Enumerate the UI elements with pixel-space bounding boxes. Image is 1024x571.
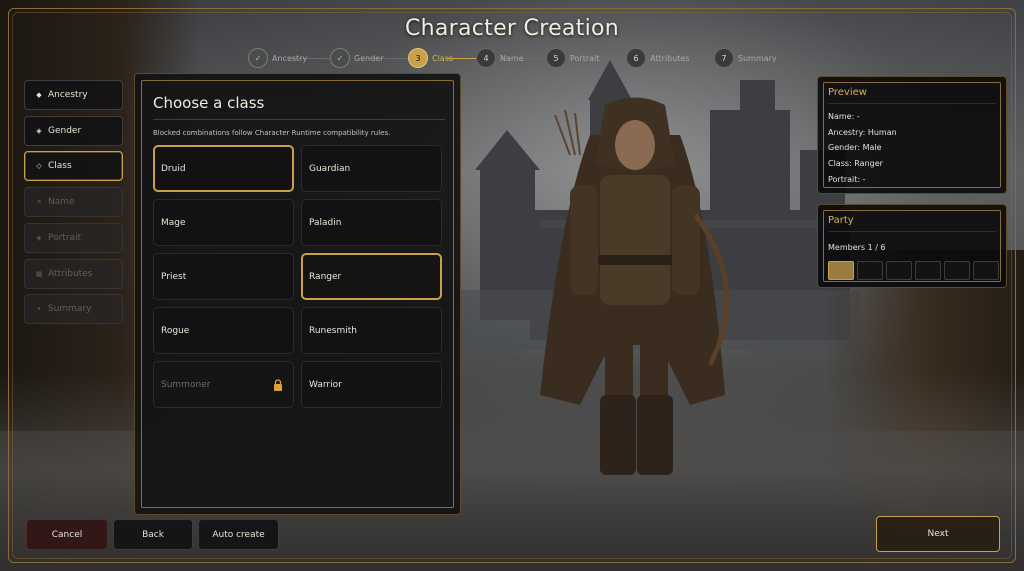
- ranger-character-preview: [540, 97, 730, 475]
- progress-stepper: ✓ Ancestry ✓ Gender 3 Class 4 Name 5 Por…: [248, 48, 788, 68]
- party-slot[interactable]: [886, 261, 912, 280]
- preview-panel: Preview Name: - Ancestry: Human Gender: …: [817, 76, 1007, 194]
- step-portrait[interactable]: 5 Portrait: [546, 48, 599, 68]
- class-label: Ranger: [309, 271, 342, 282]
- party-slot[interactable]: [944, 261, 970, 280]
- step-number: 7: [714, 48, 734, 68]
- step-ancestry[interactable]: ✓ Ancestry: [248, 48, 307, 68]
- diamond-dot-icon: ◈: [36, 234, 42, 242]
- step-number: 6: [626, 48, 646, 68]
- step-label: Ancestry: [272, 53, 308, 63]
- preview-ancestry: Ancestry: Human: [828, 128, 897, 137]
- class-label: Guardian: [309, 163, 351, 174]
- class-option-guardian[interactable]: Guardian: [301, 145, 442, 192]
- diamond-outline-icon: ◇: [36, 162, 42, 170]
- divider: [828, 231, 996, 232]
- nav-item-label: Ancestry: [48, 90, 88, 100]
- class-option-runesmith[interactable]: Runesmith: [301, 307, 442, 354]
- dot-icon: •: [36, 305, 42, 313]
- party-slot[interactable]: [828, 261, 854, 280]
- step-number: 5: [546, 48, 566, 68]
- nav-item-attributes: ▦ Attributes: [24, 259, 123, 289]
- check-icon: ✓: [248, 48, 268, 68]
- grid-icon: ▦: [35, 270, 43, 278]
- step-class[interactable]: 3 Class: [408, 48, 453, 68]
- step-label: Gender: [354, 53, 384, 63]
- class-option-priest[interactable]: Priest: [153, 253, 294, 300]
- divider: [828, 103, 996, 104]
- preview-gender: Gender: Male: [828, 143, 882, 152]
- stepper-connector: [688, 58, 710, 59]
- class-label: Runesmith: [309, 325, 357, 336]
- panel-heading: Choose a class: [153, 94, 265, 112]
- nav-item-label: Summary: [48, 304, 92, 314]
- page-title: Character Creation: [404, 16, 620, 41]
- nav-item-label: Attributes: [48, 269, 93, 279]
- next-button[interactable]: Next: [876, 516, 1000, 552]
- cross-icon: ✕: [36, 198, 42, 206]
- step-label: Portrait: [570, 53, 600, 63]
- class-option-druid[interactable]: Druid: [153, 145, 294, 192]
- party-slot[interactable]: [915, 261, 941, 280]
- class-option-summoner: Summoner: [153, 361, 294, 408]
- class-label: Rogue: [161, 325, 190, 336]
- back-button[interactable]: Back: [113, 519, 193, 550]
- nav-item-label: Class: [48, 161, 72, 171]
- nav-item-portrait: ◈ Portrait: [24, 223, 123, 253]
- party-panel: Party Members 1 / 6: [817, 204, 1007, 288]
- party-slots: [828, 261, 999, 280]
- cancel-button[interactable]: Cancel: [26, 519, 108, 550]
- step-number: 3: [408, 48, 428, 68]
- step-label: Class: [432, 53, 454, 63]
- compatibility-hint: Blocked combinations follow Character Ru…: [153, 129, 391, 137]
- preview-class: Class: Ranger: [828, 159, 883, 168]
- class-label: Priest: [161, 271, 187, 282]
- party-slot[interactable]: [857, 261, 883, 280]
- nav-item-label: Name: [48, 197, 75, 207]
- diamond-dot-icon: ◈: [36, 127, 42, 135]
- step-label: Summary: [738, 53, 777, 63]
- class-option-paladin[interactable]: Paladin: [301, 199, 442, 246]
- lock-icon: [274, 379, 282, 391]
- auto-create-button[interactable]: Auto create: [198, 519, 279, 550]
- class-option-warrior[interactable]: Warrior: [301, 361, 442, 408]
- step-gender[interactable]: ✓ Gender: [330, 48, 383, 68]
- preview-portrait: Portrait: -: [828, 175, 866, 184]
- stepper-connector: [600, 58, 626, 59]
- preview-name: Name: -: [828, 112, 860, 121]
- class-selection-panel: Choose a class Blocked combinations foll…: [134, 73, 461, 515]
- nav-item-class[interactable]: ◇ Class: [24, 151, 123, 181]
- step-label: Name: [500, 53, 524, 63]
- party-members-count: Members 1 / 6: [828, 243, 886, 252]
- party-title: Party: [828, 215, 854, 226]
- preview-title: Preview: [828, 87, 867, 98]
- nav-item-gender[interactable]: ◈ Gender: [24, 116, 123, 146]
- class-label: Druid: [161, 163, 186, 174]
- class-label: Warrior: [309, 379, 342, 390]
- nav-item-name: ✕ Name: [24, 187, 123, 217]
- step-label: Attributes: [650, 53, 690, 63]
- diamond-icon: ◆: [36, 91, 42, 99]
- class-label: Mage: [161, 217, 186, 228]
- step-summary[interactable]: 7 Summary: [714, 48, 777, 68]
- nav-item-label: Portrait: [48, 233, 82, 243]
- class-option-rogue[interactable]: Rogue: [153, 307, 294, 354]
- step-attributes[interactable]: 6 Attributes: [626, 48, 690, 68]
- divider: [153, 119, 445, 120]
- step-name[interactable]: 4 Name: [476, 48, 524, 68]
- class-label: Summoner: [161, 379, 211, 390]
- party-slot[interactable]: [973, 261, 999, 280]
- class-option-mage[interactable]: Mage: [153, 199, 294, 246]
- step-number: 4: [476, 48, 496, 68]
- nav-item-label: Gender: [48, 126, 82, 136]
- class-option-ranger[interactable]: Ranger: [301, 253, 442, 300]
- nav-item-ancestry[interactable]: ◆ Ancestry: [24, 80, 123, 110]
- check-icon: ✓: [330, 48, 350, 68]
- nav-item-summary: • Summary: [24, 294, 123, 324]
- class-label: Paladin: [309, 217, 342, 228]
